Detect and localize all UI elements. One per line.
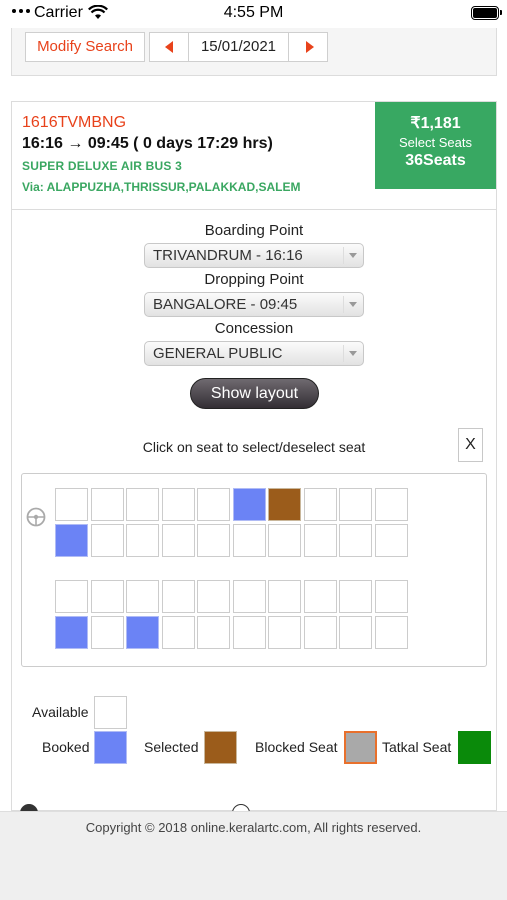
seats-available: 36Seats — [405, 152, 466, 169]
seat-available[interactable] — [268, 580, 301, 613]
legend-booked-label: Booked — [42, 739, 90, 755]
seat-available[interactable] — [339, 524, 372, 557]
seat-available[interactable] — [339, 616, 372, 649]
seat-booked[interactable] — [55, 616, 88, 649]
seat-available[interactable] — [126, 488, 159, 521]
boarding-point-label: Boarding Point — [204, 222, 304, 239]
seat-available[interactable] — [232, 524, 266, 557]
seat-available[interactable] — [55, 580, 88, 613]
seat-available[interactable] — [55, 488, 88, 521]
boarding-point-select[interactable]: TRIVANDRUM - 16:16 — [144, 243, 364, 268]
seat-available[interactable] — [197, 524, 230, 557]
seat-available[interactable] — [90, 616, 124, 649]
seat-available[interactable] — [374, 488, 408, 521]
seat-available[interactable] — [303, 488, 337, 521]
concession-label: Concession — [214, 320, 294, 337]
seat-available[interactable] — [268, 616, 301, 649]
seat-available[interactable] — [374, 580, 408, 613]
concession-value: GENERAL PUBLIC — [153, 345, 283, 362]
legend-blocked-swatch — [344, 731, 377, 764]
steering-wheel-icon — [26, 507, 46, 527]
boarding-point-value: TRIVANDRUM - 16:16 — [153, 247, 303, 264]
seat-available[interactable] — [374, 524, 408, 557]
seat-available[interactable] — [197, 488, 230, 521]
seat-available[interactable] — [90, 580, 124, 613]
modify-search-button[interactable]: Modify Search — [25, 32, 145, 62]
route-via: Via: ALAPPUZHA,THRISSUR,PALAKKAD,SALEM — [22, 180, 301, 194]
seat-available[interactable] — [161, 488, 195, 521]
seat-layout — [21, 473, 487, 667]
trip-code: 1616TVMBNG — [22, 114, 127, 131]
search-bar: Modify Search 15/01/2021 — [11, 28, 497, 76]
seat-available[interactable] — [161, 616, 195, 649]
seat-hint: Click on seat to select/deselect seat — [142, 439, 366, 455]
copyright-text: Copyright © 2018 online.keralartc.com, A… — [85, 820, 422, 835]
trip-time: 16:16 → 09:45 ( 0 days 17:29 hrs) — [22, 135, 273, 152]
chevron-down-icon — [343, 345, 359, 362]
seat-available[interactable] — [161, 580, 195, 613]
dropping-point-label: Dropping Point — [204, 271, 304, 288]
seat-available[interactable] — [126, 580, 159, 613]
seat-booked[interactable] — [126, 616, 159, 649]
seat-available[interactable] — [303, 524, 337, 557]
seat-available[interactable] — [197, 616, 230, 649]
chevron-down-icon — [343, 247, 359, 264]
legend-booked-swatch — [94, 731, 127, 764]
legend-tatkal-swatch — [458, 731, 491, 764]
battery-icon — [471, 6, 502, 20]
chevron-down-icon — [343, 296, 359, 313]
fare-price: ₹1,181 — [410, 115, 461, 132]
legend-blocked-label: Blocked Seat — [255, 739, 338, 755]
seat-available[interactable] — [374, 616, 408, 649]
legend-available-label: Available — [32, 704, 89, 720]
seat-available[interactable] — [268, 524, 301, 557]
seat-available[interactable] — [339, 580, 372, 613]
seat-selected[interactable] — [268, 488, 301, 521]
seat-available[interactable] — [90, 524, 124, 557]
seat-booked[interactable] — [55, 524, 88, 557]
close-layout-button[interactable]: X — [458, 428, 483, 462]
clock: 4:55 PM — [223, 4, 284, 21]
trip-header: 1616TVMBNG 16:16 → 09:45 ( 0 days 17:29 … — [12, 102, 496, 210]
trip-card: 1616TVMBNG 16:16 → 09:45 ( 0 days 17:29 … — [11, 101, 497, 822]
seat-booked[interactable] — [232, 488, 266, 521]
seat-available[interactable] — [232, 616, 266, 649]
previous-date-button[interactable] — [149, 32, 189, 62]
legend-selected-swatch — [204, 731, 237, 764]
dropping-point-select[interactable]: BANGALORE - 09:45 — [144, 292, 364, 317]
dropping-point-value: BANGALORE - 09:45 — [153, 296, 298, 313]
seat-available[interactable] — [197, 580, 230, 613]
show-layout-button[interactable]: Show layout — [190, 378, 319, 409]
seat-available[interactable] — [90, 488, 124, 521]
status-bar: Carrier 4:55 PM — [0, 0, 507, 28]
legend-tatkal-label: Tatkal Seat — [382, 739, 452, 755]
footer: Copyright © 2018 online.keralartc.com, A… — [0, 811, 507, 900]
seat-available[interactable] — [303, 580, 337, 613]
select-seats-label: Select Seats — [399, 135, 472, 150]
concession-select[interactable]: GENERAL PUBLIC — [144, 341, 364, 366]
select-seats-button[interactable]: ₹1,181 Select Seats 36Seats — [375, 102, 496, 189]
seat-available[interactable] — [339, 488, 372, 521]
legend-selected-label: Selected — [144, 739, 199, 755]
seat-available[interactable] — [126, 524, 159, 557]
legend-available-swatch — [94, 696, 127, 729]
seat-available[interactable] — [303, 616, 337, 649]
seat-available[interactable] — [232, 580, 266, 613]
seat-available[interactable] — [161, 524, 195, 557]
travel-date[interactable]: 15/01/2021 — [188, 32, 289, 62]
next-date-button[interactable] — [288, 32, 328, 62]
bus-type: SUPER DELUXE AIR BUS 3 — [22, 159, 182, 173]
